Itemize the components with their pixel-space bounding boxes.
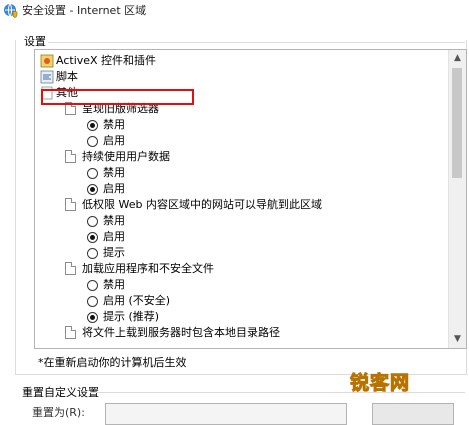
reset-to-label: 重置为(R): bbox=[32, 406, 85, 419]
radio-icon[interactable] bbox=[87, 280, 98, 291]
radio-icon[interactable] bbox=[87, 216, 98, 227]
radio-selected-icon[interactable] bbox=[87, 120, 98, 131]
settings-document-icon bbox=[65, 198, 76, 211]
radio-selected-icon[interactable] bbox=[87, 232, 98, 243]
title-bar: 安全设置 - Internet 区域 bbox=[0, 0, 469, 24]
radio-icon[interactable] bbox=[87, 136, 98, 147]
settings-group-line bbox=[44, 42, 465, 43]
reset-group-label: 重置自定义设置 bbox=[22, 386, 99, 399]
radio-icon[interactable] bbox=[87, 248, 98, 259]
radio-icon[interactable] bbox=[87, 168, 98, 179]
scroll-down-arrow-icon[interactable]: ▼ bbox=[449, 331, 466, 348]
reset-button[interactable] bbox=[372, 403, 454, 425]
settings-document-icon bbox=[65, 326, 76, 339]
window-title: 安全设置 - Internet 区域 bbox=[22, 4, 147, 17]
reset-level-select[interactable] bbox=[105, 403, 347, 425]
tree-setting: 将文件上载到服务器时包含本地目录路径 bbox=[35, 324, 445, 342]
scroll-up-arrow-icon[interactable]: ▲ bbox=[449, 50, 466, 67]
gear-icon bbox=[40, 54, 54, 68]
settings-document-icon bbox=[65, 150, 76, 163]
tree-setting-label: 将文件上载到服务器时包含本地目录路径 bbox=[82, 326, 280, 339]
watermark-logo: 锐客网 bbox=[349, 372, 411, 395]
vertical-scrollbar[interactable]: ▲ ▼ bbox=[448, 50, 466, 348]
restart-footnote: *在重新启动你的计算机后生效 bbox=[38, 356, 187, 369]
scrollbar-thumb[interactable] bbox=[452, 68, 462, 178]
internet-security-icon bbox=[4, 3, 18, 18]
settings-document-icon bbox=[65, 262, 76, 275]
radio-selected-icon[interactable] bbox=[87, 184, 98, 195]
settings-group-label: 设置 bbox=[22, 33, 48, 49]
radio-selected-icon[interactable] bbox=[87, 312, 98, 323]
radio-icon[interactable] bbox=[87, 296, 98, 307]
script-icon bbox=[40, 70, 54, 84]
highlight-box bbox=[41, 89, 194, 105]
